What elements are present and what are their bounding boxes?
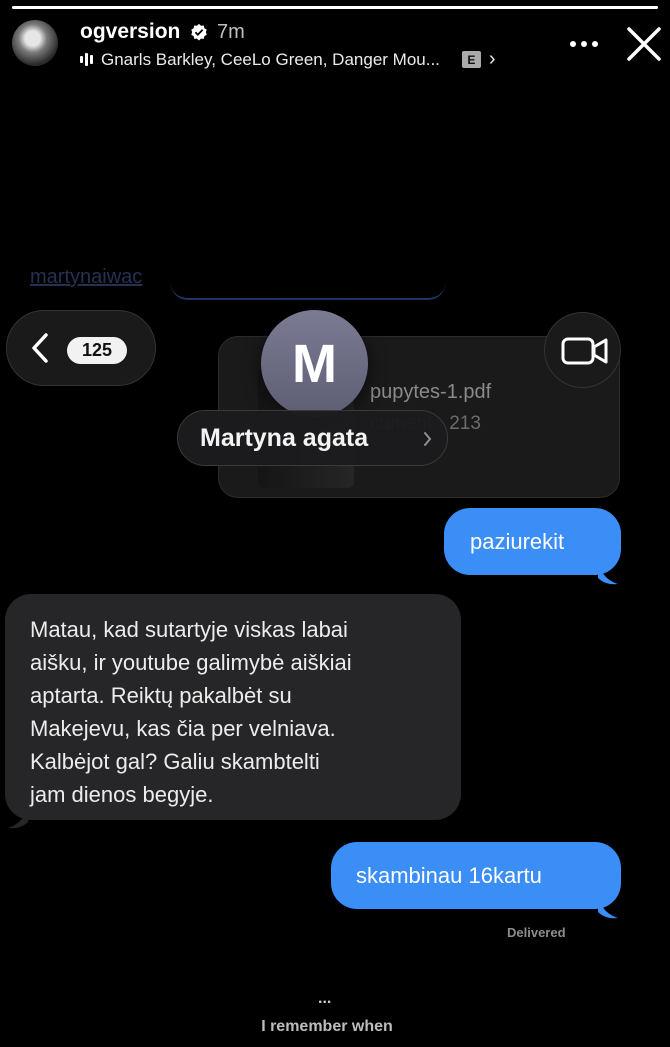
story-timestamp: 7m xyxy=(217,21,245,43)
message-text: paziurekit xyxy=(470,529,565,554)
close-icon[interactable] xyxy=(622,22,666,66)
faded-bubble-edge xyxy=(170,262,446,300)
story-caption: I remember when xyxy=(261,1018,393,1035)
caption-dots: ... xyxy=(318,990,332,1007)
attachment-filename: pupytes-1.pdf xyxy=(370,381,492,403)
bubble-tail xyxy=(598,894,618,919)
verified-badge-icon xyxy=(191,23,207,41)
contact-name: Martyna agata xyxy=(200,424,369,452)
story-progress-bar xyxy=(12,6,658,9)
message-text: Matau, kad sutartyje viskas labai aišku,… xyxy=(30,617,352,807)
audio-bars-icon xyxy=(80,53,93,67)
contact-avatar[interactable]: M xyxy=(261,310,368,417)
chevron-right-icon: › xyxy=(488,48,496,70)
unread-count-badge: 125 xyxy=(67,337,127,364)
more-options-icon[interactable] xyxy=(567,32,601,56)
chevron-left-icon xyxy=(32,333,48,363)
profile-avatar[interactable] xyxy=(12,20,58,66)
music-track-label: Gnarls Barkley, CeeLo Green, Danger Mou.… xyxy=(101,49,440,69)
chevron-right-icon xyxy=(424,432,432,446)
bubble-tail xyxy=(598,560,618,585)
music-attribution[interactable]: Gnarls Barkley, CeeLo Green, Danger Mou.… xyxy=(80,48,496,71)
video-camera-icon xyxy=(561,337,608,365)
explicit-badge: E xyxy=(461,51,481,68)
faded-link-text: martynaiwac xyxy=(30,266,143,288)
story-progress-fill xyxy=(12,6,658,9)
story-username[interactable]: ogversion xyxy=(80,20,180,44)
message-text: skambinau 16kartu xyxy=(356,863,542,888)
delivery-status: Delivered xyxy=(507,925,566,940)
bubble-tail xyxy=(8,804,28,829)
